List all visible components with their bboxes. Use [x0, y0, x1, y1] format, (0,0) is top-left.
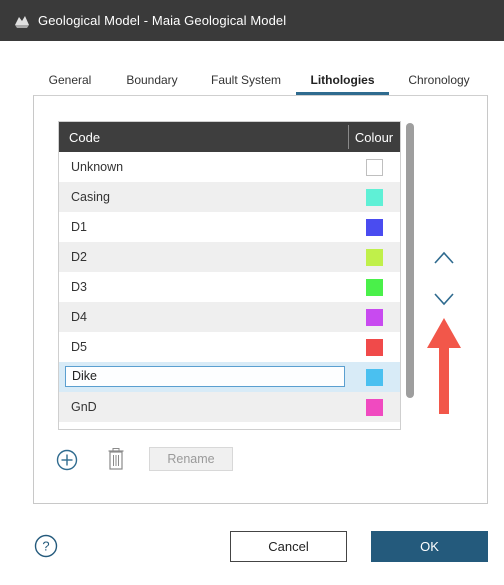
header-divider — [348, 125, 349, 149]
colour-cell — [348, 398, 400, 416]
ok-button-label: OK — [420, 539, 439, 554]
tab-bar: General Boundary Fault System Lithologie… — [34, 69, 504, 95]
rename-button-label: Rename — [167, 452, 215, 466]
title-bar: Geological Model - Maia Geological Model — [0, 0, 504, 41]
colour-cell — [348, 158, 400, 176]
table-row[interactable]: Unknown — [59, 152, 400, 182]
chevron-down-icon[interactable] — [433, 291, 455, 309]
colour-cell — [348, 218, 400, 236]
tab-fault-system[interactable]: Fault System — [210, 69, 282, 95]
table-row[interactable]: Casing — [59, 182, 400, 212]
colour-cell — [348, 248, 400, 266]
tab-general[interactable]: General — [48, 69, 92, 95]
rename-button[interactable]: Rename — [149, 447, 233, 471]
table-row[interactable]: D1 — [59, 212, 400, 242]
lithologies-panel: Code Colour Unknown Casing D1 D2 D3 D4 D… — [33, 95, 488, 504]
dialog-body: General Boundary Fault System Lithologie… — [0, 41, 504, 585]
colour-cell — [348, 338, 400, 356]
help-circle-icon[interactable]: ? — [34, 534, 58, 558]
lithology-code: D2 — [71, 250, 87, 264]
table-row[interactable]: D5 — [59, 332, 400, 362]
column-header-colour[interactable]: Colour — [348, 130, 400, 145]
lithology-code: D5 — [71, 340, 87, 354]
table-row[interactable]: GnD — [59, 392, 400, 422]
lithology-code: Casing — [71, 190, 110, 204]
colour-swatch[interactable] — [365, 368, 383, 386]
colour-swatch[interactable] — [365, 428, 383, 429]
colour-swatch[interactable] — [365, 278, 383, 296]
table-row[interactable]: D3 — [59, 272, 400, 302]
geological-model-icon — [15, 15, 29, 28]
colour-swatch[interactable] — [365, 158, 383, 176]
scrollbar-thumb[interactable] — [406, 123, 414, 398]
table-row[interactable] — [59, 422, 400, 429]
table-row[interactable]: D4 — [59, 302, 400, 332]
cancel-button-label: Cancel — [268, 539, 309, 554]
lithology-code: Unknown — [71, 160, 124, 174]
tab-boundary[interactable]: Boundary — [124, 69, 180, 95]
colour-cell — [348, 368, 400, 386]
colour-swatch[interactable] — [365, 188, 383, 206]
column-header-code[interactable]: Code — [59, 130, 348, 145]
plus-circle-icon[interactable] — [56, 449, 78, 471]
colour-cell — [348, 428, 400, 429]
colour-swatch[interactable] — [365, 248, 383, 266]
table-row[interactable]: D2 — [59, 242, 400, 272]
lithology-code: D1 — [71, 220, 87, 234]
colour-swatch[interactable] — [365, 338, 383, 356]
colour-cell — [348, 278, 400, 296]
colour-cell — [348, 188, 400, 206]
colour-swatch[interactable] — [365, 398, 383, 416]
window-title: Geological Model - Maia Geological Model — [38, 13, 287, 28]
colour-swatch[interactable] — [365, 218, 383, 236]
colour-swatch[interactable] — [365, 308, 383, 326]
colour-cell — [348, 308, 400, 326]
lithology-code: D3 — [71, 280, 87, 294]
lithology-code-edit-field[interactable]: Dike — [65, 366, 345, 387]
ok-button[interactable]: OK — [371, 531, 488, 562]
lithology-code: GnD — [71, 400, 97, 414]
cancel-button[interactable]: Cancel — [230, 531, 347, 562]
table-scrollbar[interactable] — [406, 123, 415, 430]
table-header: Code Colour — [59, 122, 400, 152]
tab-lithologies[interactable]: Lithologies — [296, 69, 389, 95]
chevron-up-icon[interactable] — [433, 248, 455, 266]
table-row-selected[interactable]: Dike — [59, 362, 400, 392]
trash-icon[interactable] — [108, 448, 124, 470]
tab-chronology[interactable]: Chronology — [405, 69, 473, 95]
red-arrow-up-icon — [427, 318, 461, 414]
lithologies-table: Code Colour Unknown Casing D1 D2 D3 D4 D… — [58, 121, 401, 430]
lithology-code: D4 — [71, 310, 87, 324]
svg-text:?: ? — [42, 539, 49, 554]
